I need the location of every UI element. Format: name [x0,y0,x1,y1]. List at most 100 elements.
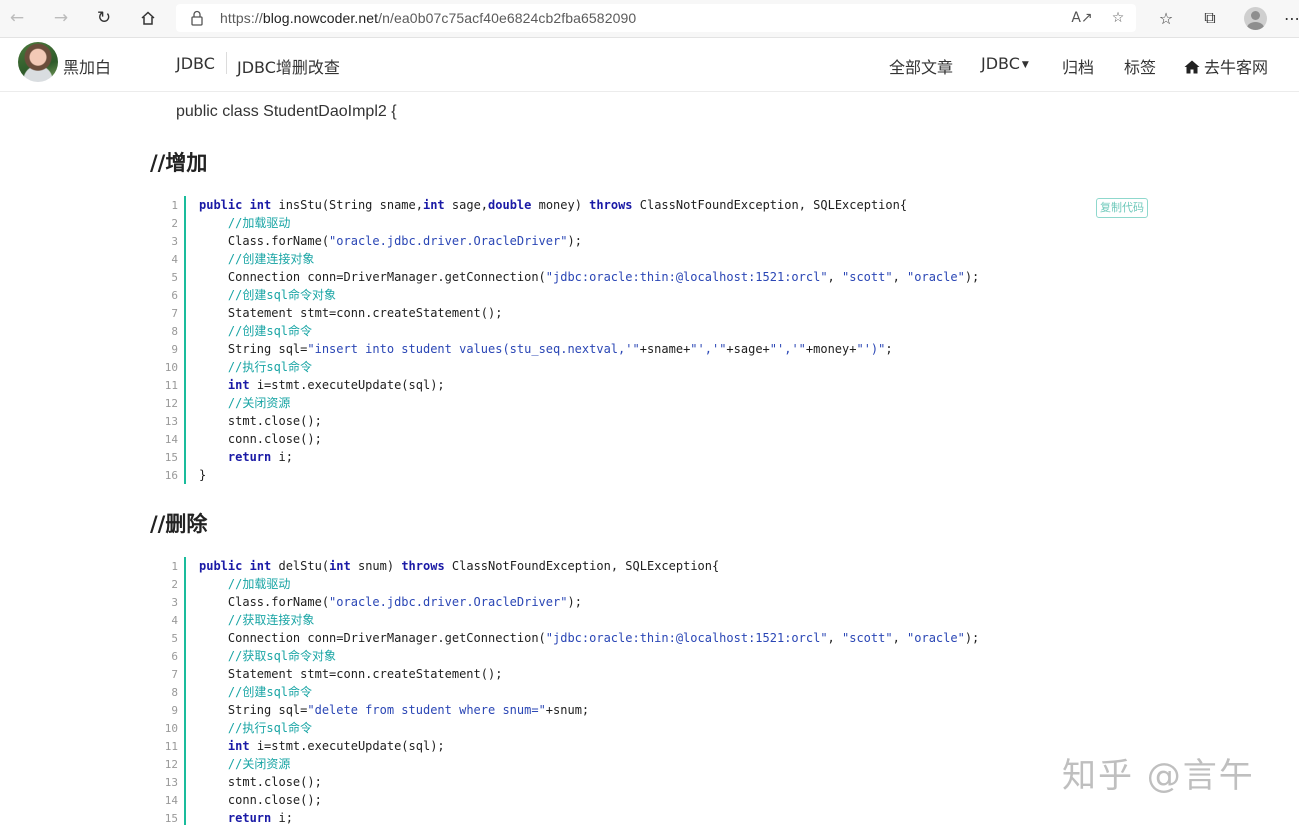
code-line: 14 conn.close(); [150,791,1150,809]
code-line: 8 //创建sql命令 [150,683,1150,701]
code-token: //关闭资源 [227,757,291,771]
code-token: ClassNotFoundException, SQLException{ [451,559,720,573]
code-text: //关闭资源 [199,394,290,412]
menu-tags[interactable]: 标签 [1124,54,1156,78]
add-favorite-icon[interactable]: ☆ [1106,8,1130,28]
forward-arrow-icon[interactable]: → [48,6,74,30]
address-bar[interactable]: https://blog.nowcoder.net/n/ea0b07c75acf… [176,4,1136,32]
site-header: 黑加白 JDBC JDBC增删改查 全部文章 JDBC ▼ 归档 标签 去牛客网 [0,38,1299,92]
code-text: Statement stmt=conn.createStatement(); [199,665,503,683]
code-token: ); [964,270,980,284]
code-line: 5 Connection conn=DriverManager.getConne… [150,629,1150,647]
code-token: int [249,198,279,212]
code-token: delStu( [278,559,330,573]
lock-icon[interactable] [191,10,203,26]
code-token: Connection conn=DriverManager.getConnect… [199,270,546,284]
code-token: "jdbc:oracle:thin:@localhost:1521:orcl" [545,270,828,284]
code-line: 3 Class.forName("oracle.jdbc.driver.Orac… [150,232,1150,250]
code-token: String sql= [199,703,308,717]
line-number: 5 [171,271,178,284]
code-line: 2 //加载驱动 [150,214,1150,232]
favorites-icon[interactable]: ☆ [1153,6,1179,30]
more-options-icon[interactable]: ⋯ [1284,6,1299,30]
code-text: //创建sql命令对象 [199,286,336,304]
collections-icon[interactable]: ⧉ [1197,6,1223,30]
author-avatar[interactable] [18,42,58,82]
code-line: 11 int i=stmt.executeUpdate(sql); [150,737,1150,755]
code-token: , [827,631,842,645]
code-token: money) [538,198,590,212]
profile-avatar-icon[interactable] [1244,7,1267,30]
code-line: 8 //创建sql命令 [150,322,1150,340]
code-token: //创建sql命令 [227,324,313,338]
code-line: 15 return i; [150,448,1150,466]
code-line: 12 //关闭资源 [150,394,1150,412]
code-token: //获取连接对象 [227,613,315,627]
code-token: //加载驱动 [227,216,291,230]
code-token: //创建sql命令 [227,685,313,699]
code-token: //加载驱动 [227,577,291,591]
code-token: , [827,270,842,284]
line-number: 14 [164,433,178,446]
code-text: //加载驱动 [199,575,290,593]
code-line: 4 //获取连接对象 [150,611,1150,629]
crumb-article[interactable]: JDBC增删改查 [237,54,340,78]
menu-archive[interactable]: 归档 [1062,54,1094,78]
code-token: i=stmt.executeUpdate(sql); [256,739,445,753]
code-line: 9 String sql="insert into student values… [150,340,1150,358]
code-line: 14 conn.close(); [150,430,1150,448]
refresh-icon[interactable]: ↻ [91,6,117,30]
caret-down-icon: ▼ [1021,60,1029,70]
code-text: Connection conn=DriverManager.getConnect… [199,629,979,647]
crumb-category[interactable]: JDBC [176,54,215,73]
code-token: int [227,739,257,753]
code-token: Class.forName( [199,234,330,248]
code-text: public int insStu(String sname,int sage,… [199,196,907,214]
code-token: //创建连接对象 [227,252,315,266]
menu-go-nowcoder[interactable]: 去牛客网 [1184,54,1268,78]
site-name[interactable]: 黑加白 [63,54,111,78]
code-token: ClassNotFoundException, SQLException{ [639,198,908,212]
section-heading-insert: //增加 [150,151,208,175]
code-token: "oracle" [907,631,965,645]
code-token: Statement stmt=conn.createStatement(); [199,306,503,320]
code-token: "scott" [842,631,893,645]
line-number: 6 [171,289,178,302]
code-text: //创建sql命令 [199,683,312,701]
section-heading-delete: //删除 [150,512,208,536]
code-token: stmt.close(); [199,775,322,789]
code-token: ; [885,342,893,356]
code-token: i=stmt.executeUpdate(sql); [256,378,445,392]
url-text[interactable]: https://blog.nowcoder.net/n/ea0b07c75acf… [220,10,636,26]
code-line: 6 //获取sql命令对象 [150,647,1150,665]
code-text: String sql="delete from student where sn… [199,701,589,719]
code-text: int i=stmt.executeUpdate(sql); [199,376,445,394]
line-number: 13 [164,776,178,789]
code-line: 10 //执行sql命令 [150,358,1150,376]
code-line: 5 Connection conn=DriverManager.getConne… [150,268,1150,286]
home-icon[interactable] [135,6,161,30]
code-token: int [227,378,257,392]
code-token: throws [401,559,452,573]
code-token: "oracle" [907,270,965,284]
code-line: 2 //加载驱动 [150,575,1150,593]
code-text: //执行sql命令 [199,358,312,376]
code-token: //创建sql命令对象 [227,288,337,302]
line-number: 6 [171,650,178,663]
menu-all-articles[interactable]: 全部文章 [889,54,953,78]
code-token: "delete from student where snum=" [307,703,546,717]
code-text: String sql="insert into student values(s… [199,340,893,358]
code-token: conn.close(); [199,432,322,446]
line-number: 11 [164,379,178,392]
crumb-divider [226,52,227,74]
back-arrow-icon[interactable]: ← [4,6,30,30]
read-aloud-icon[interactable]: A↗ [1070,8,1094,28]
line-number: 15 [164,451,178,464]
menu-jdbc-dropdown[interactable]: JDBC ▼ [981,54,1029,73]
